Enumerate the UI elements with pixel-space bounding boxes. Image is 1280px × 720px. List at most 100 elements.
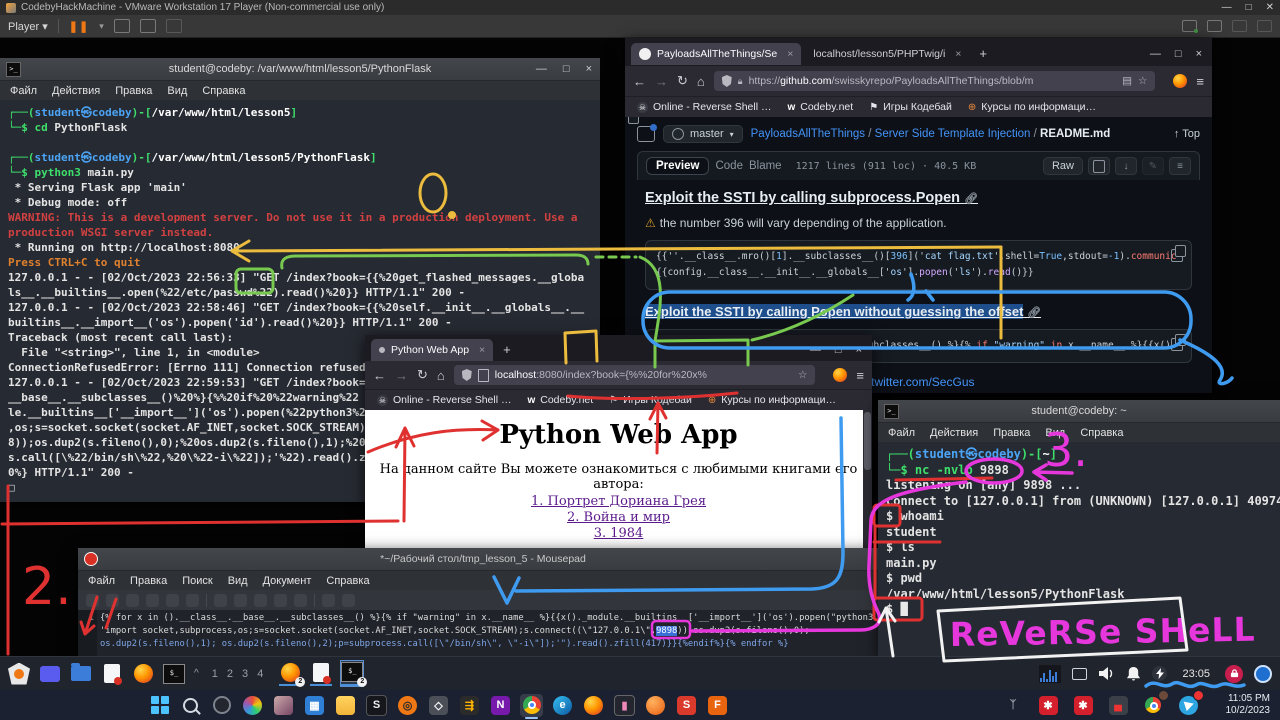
tab-preview[interactable]: Preview <box>646 157 709 175</box>
clock[interactable]: 23:05 <box>1182 668 1210 680</box>
menu-help[interactable]: Справка <box>1080 427 1123 439</box>
shareman-icon[interactable]: S <box>675 694 698 717</box>
power-manager-icon[interactable] <box>1152 666 1167 681</box>
book-link-3[interactable]: 3. 1984 <box>365 526 872 541</box>
tray-telegram-icon[interactable] <box>1177 694 1200 717</box>
taskbar-mousepad-window[interactable] <box>310 661 332 686</box>
file-tree-icon[interactable] <box>637 126 655 142</box>
pinwheel-app-icon[interactable] <box>241 694 264 717</box>
bookmark-star-icon[interactable]: ☆ <box>798 369 807 381</box>
mousepad-editor[interactable]: 1 {% for x in ().__class__.__base__.__su… <box>78 610 888 659</box>
forward-icon[interactable]: → <box>395 368 408 383</box>
firefox-account-icon[interactable] <box>833 368 847 382</box>
open-file-icon[interactable] <box>106 594 119 607</box>
scrollbar-thumb[interactable] <box>864 412 871 470</box>
maximize-button[interactable]: □ <box>563 63 570 75</box>
menu-edit[interactable]: Правка <box>115 85 152 97</box>
heading-subprocess-popen[interactable]: Exploit the SSTI by calling subprocess.P… <box>645 190 1192 206</box>
download-icon[interactable]: ↓ <box>1115 157 1137 175</box>
vmware-player-menu[interactable]: Player ▾ <box>8 20 48 33</box>
taskbar-terminal-windows[interactable]: $_2 <box>341 661 363 686</box>
breadcrumb-repo[interactable]: PayloadsAllTheThings <box>751 128 865 140</box>
orange-app-icon[interactable]: ◎ <box>396 694 419 717</box>
vm-fullscreen-icon[interactable] <box>140 19 156 33</box>
workspace-switcher[interactable]: 1 2 3 4 <box>212 668 267 680</box>
forward-icon[interactable]: → <box>655 74 668 89</box>
replace-icon[interactable] <box>342 594 355 607</box>
menu-view[interactable]: Вид <box>228 575 248 587</box>
menu-file[interactable]: Файл <box>88 575 115 587</box>
speaker-icon[interactable] <box>1098 666 1115 681</box>
menu-actions[interactable]: Действия <box>930 427 978 439</box>
terminal1-titlebar[interactable]: >_ student@codeby: /var/www/html/lesson5… <box>0 58 600 81</box>
kali-menu-icon[interactable] <box>8 663 30 685</box>
heading-popen-no-offset[interactable]: Exploit the SSTI by calling Popen withou… <box>645 304 1192 319</box>
close-button[interactable]: × <box>856 344 862 356</box>
speedtest-icon[interactable] <box>210 694 233 717</box>
cpu-graph[interactable] <box>1039 665 1061 683</box>
tab-localhost-phptwig[interactable]: localhost/lesson5/PHPTwig/i × <box>805 43 969 65</box>
workspace-pager-icon[interactable] <box>39 663 61 685</box>
vmware-icon[interactable]: ◇ <box>427 694 450 717</box>
vm-console-icon[interactable] <box>166 19 182 33</box>
url-bar[interactable]: 🔒︎ https://github.com/swisskyrepo/Payloa… <box>714 71 1156 91</box>
terminal2-titlebar[interactable]: >_ student@codeby: ~ <box>878 400 1280 423</box>
firefox-launcher-icon[interactable] <box>132 663 154 685</box>
vmware-minimize-button[interactable]: — <box>1222 2 1232 13</box>
menu-edit[interactable]: Правка <box>993 427 1030 439</box>
maximize-button[interactable]: □ <box>835 344 842 356</box>
tray-chrome-icon[interactable] <box>1142 694 1165 717</box>
tray-antivirus-icon-2[interactable]: ✱ <box>1072 694 1095 717</box>
top-link[interactable]: ↑ Top <box>1174 128 1200 140</box>
reader-mode-icon[interactable]: ▤ <box>1122 75 1132 87</box>
edge-icon[interactable]: e <box>551 694 574 717</box>
copy-code-icon[interactable] <box>1171 338 1183 351</box>
code-block-subprocess[interactable]: {{''.__class__.mro()[1].__subclasses__()… <box>645 240 1192 290</box>
book-link-2[interactable]: 2. Война и мир <box>365 510 872 525</box>
breadcrumb-folder[interactable]: Server Side Template Injection <box>875 128 1031 140</box>
tracking-shield-icon[interactable] <box>722 75 732 87</box>
raw-button[interactable]: Raw <box>1043 157 1083 175</box>
bookmark-codeby[interactable]: wCodeby.net <box>527 394 593 406</box>
tab-blame[interactable]: Blame <box>749 160 782 172</box>
vmware-maximize-button[interactable]: □ <box>1246 2 1252 13</box>
reload-icon[interactable] <box>166 594 179 607</box>
find-icon[interactable] <box>322 594 335 607</box>
menu-icon[interactable]: ≡ <box>1196 74 1204 89</box>
screen-lock-icon[interactable] <box>1225 665 1243 683</box>
notification-bell-icon[interactable] <box>1126 666 1141 681</box>
minimize-button[interactable]: — <box>1150 48 1161 60</box>
vm-network-icon[interactable] <box>1182 20 1197 32</box>
tab-code[interactable]: Code <box>715 160 743 172</box>
redo-icon[interactable] <box>234 594 247 607</box>
vm-ctrl-alt-del-icon[interactable] <box>114 19 130 33</box>
tray-red-app-icon[interactable]: ▄ <box>1107 694 1130 717</box>
close-file-icon[interactable] <box>186 594 199 607</box>
resolve-app-icon[interactable]: ▮ <box>613 694 636 717</box>
bookmark-courses[interactable]: ⊕Курсы по информаци… <box>708 394 836 406</box>
vm-sound-icon[interactable] <box>1257 20 1272 32</box>
menu-document[interactable]: Документ <box>263 575 312 587</box>
menu-search[interactable]: Поиск <box>182 575 212 587</box>
home-icon[interactable]: ⌂ <box>437 368 445 383</box>
close-button[interactable]: × <box>586 63 592 75</box>
mousepad-launcher-icon[interactable] <box>101 663 123 685</box>
edit-pencil-icon[interactable]: ✎ <box>1142 157 1164 175</box>
minimize-button[interactable]: — <box>810 344 821 356</box>
bookmark-star-icon[interactable]: ☆ <box>1138 75 1147 87</box>
bookmark-reverse-shell[interactable]: ☠Online - Reverse Shell … <box>637 101 771 113</box>
search-icon[interactable] <box>179 694 202 717</box>
url-bar[interactable]: localhost:8080/index?book={%%20for%20x% … <box>454 365 816 385</box>
menu-actions[interactable]: Действия <box>52 85 100 97</box>
tab-close-icon[interactable]: × <box>787 48 793 60</box>
bookmark-reverse-shell[interactable]: ☠Online - Reverse Shell … <box>377 394 511 406</box>
window-list-icon[interactable] <box>1072 668 1087 680</box>
flash-app-icon[interactable]: F <box>706 694 729 717</box>
menu-icon[interactable]: ≡ <box>856 368 864 383</box>
fl-studio-icon[interactable] <box>644 694 667 717</box>
close-button[interactable]: × <box>1196 48 1202 60</box>
tracking-shield-icon[interactable] <box>462 369 472 381</box>
vm-disk-icon[interactable] <box>1207 20 1222 32</box>
copy-raw-icon[interactable] <box>1088 157 1110 175</box>
chrome-icon[interactable] <box>520 694 543 717</box>
